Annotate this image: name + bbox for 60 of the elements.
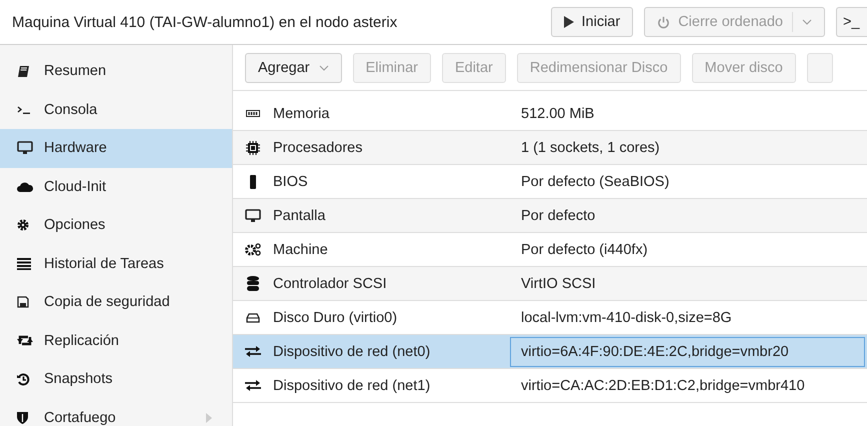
sidebar-item[interactable]: Snapshots <box>0 360 232 398</box>
sidebar-item[interactable]: Cortafuego <box>0 398 232 426</box>
hard-drive-icon <box>246 312 260 322</box>
floppy-icon <box>17 296 29 308</box>
table-cell-text: Dispositivo de red (net1) <box>273 378 432 394</box>
gears-icon <box>245 243 261 256</box>
sidebar-item[interactable]: Resumen <box>0 52 232 90</box>
table-cell-text: Controlador SCSI <box>273 276 388 292</box>
sidebar-item[interactable]: Cloud-Init <box>0 168 232 206</box>
table-cell-text: VirtIO SCSI <box>520 274 597 294</box>
table-cell-text: Dispositivo de red (net0) <box>273 344 432 360</box>
table-cell-text: BIOS <box>273 174 309 190</box>
table-row[interactable]: Controlador SCSI VirtIO SCSI <box>233 267 867 301</box>
table-cell-text: 512.00 MiB <box>520 104 596 124</box>
sidebar-item[interactable]: Opciones <box>0 206 232 244</box>
sidebar-item[interactable]: Consola <box>0 90 232 129</box>
table-cell-text: virtio=CA:AC:2D:EB:D1:C2,bridge=vmbr410 <box>520 376 806 396</box>
list-icon <box>17 258 31 270</box>
table-cell-text: Procesadores <box>273 140 364 156</box>
start-button[interactable]: Iniciar <box>550 7 634 37</box>
monitor-icon <box>245 208 261 222</box>
table-row[interactable]: Dispositivo de red (net0) virtio=6A:4F:90:DE:4E:2C,bridge=vmbr20 <box>233 335 867 369</box>
memory-icon <box>246 110 260 117</box>
chip-icon <box>249 174 257 188</box>
table-row[interactable]: Procesadores 1 (1 sockets, 1 cores) <box>233 131 867 165</box>
database-icon <box>247 276 259 291</box>
terminal-icon <box>17 105 31 114</box>
table-cell-text: local-lvm:vm-410-disk-0,size=8G <box>520 308 733 328</box>
window-title: Maquina Virtual 410 (TAI-GW-alumno1) en el nodo asterix <box>12 14 398 30</box>
table-cell-text: Memoria <box>273 106 330 122</box>
table-cell-text: Por defecto (SeaBIOS) <box>520 172 670 192</box>
table-cell-text: Por defecto (i440fx) <box>520 240 649 260</box>
power-icon <box>657 16 670 28</box>
exchange-icon <box>245 380 261 391</box>
table-cell: virtio=6A:4F:90:DE:4E:2C,bridge=vmbr20 <box>510 336 865 366</box>
play-icon <box>564 16 574 28</box>
exchange-icon <box>245 346 261 357</box>
monitor-icon <box>17 141 33 156</box>
book-icon <box>17 64 30 78</box>
sidebar-item[interactable]: Historial de Tareas <box>0 244 232 283</box>
caret-icon <box>318 64 329 70</box>
cloud-icon <box>17 181 33 192</box>
table-row[interactable]: Pantalla Por defecto <box>233 199 867 233</box>
console-button[interactable]: >_ <box>836 7 867 37</box>
table-row[interactable]: Dispositivo de red (net1) virtio=CA:AC:2D:EB:D1:C2,bridge=vmbr410 <box>233 369 867 403</box>
caret-icon <box>802 19 812 25</box>
table-cell-text: Por defecto <box>520 206 596 226</box>
history-icon <box>17 372 30 386</box>
sidebar-item[interactable]: Copia de seguridad <box>0 283 232 322</box>
expand-arrow-icon[interactable] <box>206 412 212 423</box>
table-cell-text: Disco Duro (virtio0) <box>273 310 398 326</box>
repeat-icon <box>17 335 33 346</box>
settings-icon <box>17 219 29 232</box>
table-cell-text: Machine <box>273 242 329 258</box>
table-cell-text: Pantalla <box>273 208 326 224</box>
add-menu-button[interactable]: Agregar <box>245 52 342 82</box>
cpu-icon <box>246 140 260 154</box>
sidebar-item[interactable]: Hardware <box>0 129 232 168</box>
table-cell-text: 1 (1 sockets, 1 cores) <box>520 138 661 158</box>
sidebar-item[interactable]: Replicación <box>0 322 232 360</box>
